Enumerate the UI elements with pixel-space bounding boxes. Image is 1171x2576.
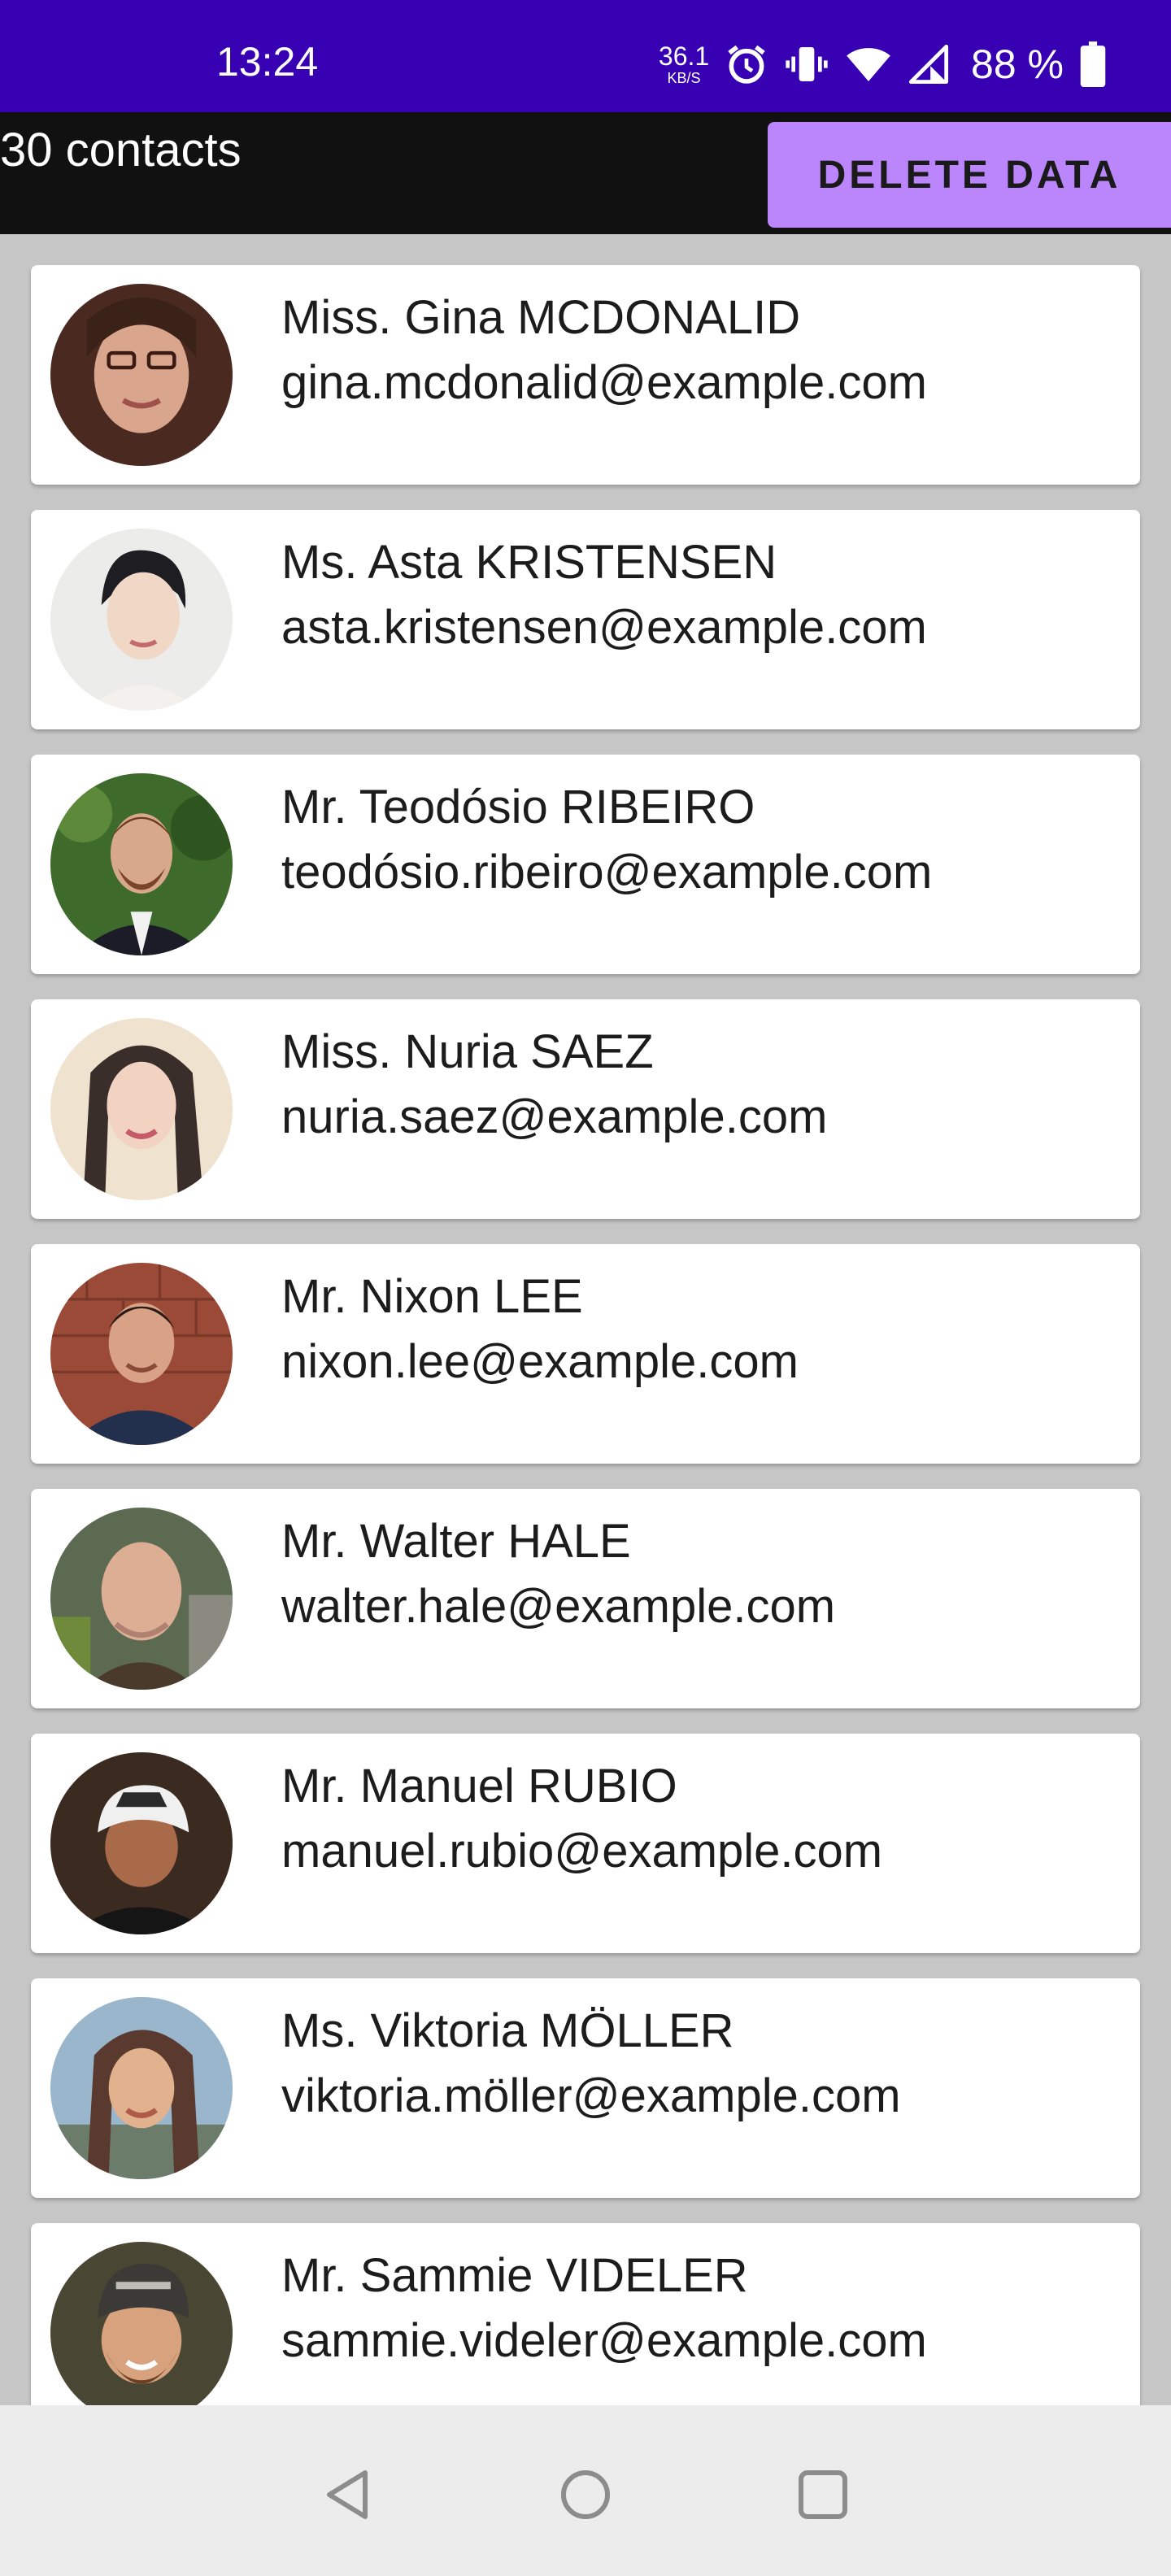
contact-count: 30 contacts: [0, 124, 242, 176]
contact-email: walter.hale@example.com: [281, 1580, 836, 1633]
back-icon: [327, 2470, 368, 2519]
wifi-icon: [847, 48, 890, 81]
contact-avatar: [50, 2242, 233, 2405]
status-bar: 13:24 36.1 KB/S 88 %: [0, 0, 1171, 112]
contact-email: sammie.videler@example.com: [281, 2314, 927, 2367]
delete-data-button[interactable]: DELETE DATA: [768, 122, 1171, 228]
recents-button[interactable]: [782, 2454, 864, 2535]
contact-card[interactable]: Mr. Nixon LEE nixon.lee@example.com: [31, 1244, 1140, 1464]
contact-avatar: [50, 1752, 233, 1934]
app-screen: 13:24 36.1 KB/S 88 % 30 contacts DELETE …: [0, 0, 1171, 2576]
contact-card[interactable]: Ms. Viktoria MÖLLER viktoria.möller@exam…: [31, 1978, 1140, 2198]
contact-avatar: [50, 284, 233, 466]
contact-name: Mr. Nixon LEE: [281, 1270, 583, 1323]
network-speed-value: 36.1: [658, 41, 710, 71]
contact-card[interactable]: Mr. Teodósio RIBEIRO teodósio.ribeiro@ex…: [31, 755, 1140, 974]
contact-avatar: [50, 773, 233, 955]
contact-email: asta.kristensen@example.com: [281, 601, 927, 654]
back-button[interactable]: [307, 2454, 389, 2535]
contact-card[interactable]: Mr. Manuel RUBIO manuel.rubio@example.co…: [31, 1734, 1140, 1953]
contact-name: Mr. Manuel RUBIO: [281, 1760, 677, 1812]
home-icon: [561, 2470, 610, 2519]
contact-name: Mr. Sammie VIDELER: [281, 2249, 748, 2302]
contact-name: Mr. Walter HALE: [281, 1515, 631, 1568]
contact-email: gina.mcdonalid@example.com: [281, 356, 927, 409]
network-speed: 36.1 KB/S: [659, 43, 709, 85]
alarm-icon: [728, 45, 765, 84]
contact-card[interactable]: Mr. Walter HALE walter.hale@example.com: [31, 1489, 1140, 1708]
navigation-bar: [0, 2405, 1171, 2576]
contact-email: viktoria.möller@example.com: [281, 2069, 901, 2122]
contact-avatar: [50, 1997, 233, 2179]
vibrate-icon: [786, 47, 828, 81]
contact-avatar: [50, 529, 233, 711]
signal-icon: [908, 44, 949, 85]
contact-name: Ms. Asta KRISTENSEN: [281, 536, 777, 589]
status-time: 13:24: [216, 39, 319, 85]
contact-avatar: [50, 1018, 233, 1200]
contact-avatar: [50, 1508, 233, 1690]
contact-email: nuria.saez@example.com: [281, 1090, 828, 1143]
status-icons: 36.1 KB/S 88 %: [659, 34, 1108, 94]
contact-card[interactable]: Ms. Asta KRISTENSEN asta.kristensen@exam…: [31, 510, 1140, 729]
recents-icon: [799, 2470, 847, 2519]
contact-name: Ms. Viktoria MÖLLER: [281, 2004, 734, 2057]
contact-list[interactable]: Miss. Gina MCDONALID gina.mcdonalid@exam…: [0, 234, 1171, 2405]
contact-email: nixon.lee@example.com: [281, 1335, 799, 1388]
home-button[interactable]: [545, 2454, 626, 2535]
contact-card[interactable]: Mr. Sammie VIDELER sammie.videler@exampl…: [31, 2223, 1140, 2405]
contact-name: Mr. Teodósio RIBEIRO: [281, 781, 755, 833]
contact-name: Miss. Gina MCDONALID: [281, 291, 801, 344]
contact-email: manuel.rubio@example.com: [281, 1825, 883, 1878]
contact-email: teodósio.ribeiro@example.com: [281, 846, 933, 899]
battery-icon: [1080, 41, 1106, 87]
contact-name: Miss. Nuria SAEZ: [281, 1025, 654, 1078]
contact-avatar: [50, 1263, 233, 1445]
network-speed-unit: KB/S: [667, 70, 701, 86]
toolbar: 30 contacts DELETE DATA: [0, 112, 1171, 234]
contact-card[interactable]: Miss. Gina MCDONALID gina.mcdonalid@exam…: [31, 265, 1140, 485]
battery-percentage: 88 %: [971, 41, 1064, 87]
contact-card[interactable]: Miss. Nuria SAEZ nuria.saez@example.com: [31, 999, 1140, 1219]
